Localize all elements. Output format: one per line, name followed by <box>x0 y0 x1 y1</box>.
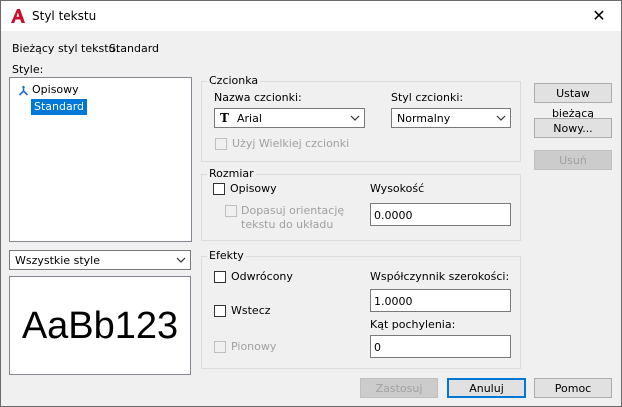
chevron-down-icon <box>350 115 360 121</box>
title-bar: Styl tekstu ✕ <box>1 1 621 31</box>
match-orientation-label-2: tekstu do układu <box>241 218 334 231</box>
font-style-label: Styl czcionki: <box>391 91 464 104</box>
font-name-value: Arial <box>237 112 262 125</box>
upside-down-label: Odwrócony <box>231 270 293 283</box>
use-big-font-checkbox[interactable] <box>215 138 227 150</box>
font-style-select[interactable]: Normalny <box>391 108 511 128</box>
annotative-checkbox[interactable] <box>213 183 225 195</box>
font-name-select[interactable]: T Arial <box>214 108 365 128</box>
close-icon: ✕ <box>592 6 606 25</box>
size-group-label: Rozmiar <box>207 167 256 180</box>
vertical-label: Pionowy <box>231 340 277 353</box>
delete-button[interactable]: Usuń <box>534 150 612 170</box>
backwards-label: Wstecz <box>231 304 271 317</box>
font-group-label: Czcionka <box>207 74 261 87</box>
vertical-checkbox[interactable] <box>214 341 226 353</box>
annotative-label: Opisowy <box>230 182 277 195</box>
oblique-angle-input[interactable]: 0 <box>370 335 511 358</box>
upside-down-checkbox[interactable] <box>214 271 226 283</box>
font-style-value: Normalny <box>397 112 451 125</box>
text-style-dialog: Styl tekstu ✕ Bieżący styl tekstu: Stand… <box>0 0 622 407</box>
preview-text: AaBb123 <box>21 305 179 347</box>
style-item-standard[interactable]: Standard <box>31 99 88 115</box>
match-orientation-checkbox[interactable] <box>225 205 237 217</box>
autocad-app-icon <box>11 9 25 23</box>
current-style-label: Bieżący styl tekstu: <box>12 42 120 55</box>
cancel-button[interactable]: Anuluj <box>447 378 526 398</box>
new-button[interactable]: Nowy... <box>534 118 612 138</box>
style-item-label: Standard <box>34 100 85 113</box>
oblique-angle-value: 0 <box>374 341 381 354</box>
styles-list[interactable]: Opisowy Standard <box>9 77 192 242</box>
chevron-down-icon <box>496 115 506 121</box>
styles-label: Style: <box>12 63 44 76</box>
height-label: Wysokość <box>370 182 425 195</box>
style-filter-value: Wszystkie style <box>15 254 101 267</box>
backwards-checkbox[interactable] <box>214 305 226 317</box>
style-filter-select[interactable]: Wszystkie style <box>9 250 191 270</box>
width-factor-value: 1.0000 <box>374 295 413 308</box>
help-button[interactable]: Pomoc <box>534 378 612 398</box>
use-big-font-label: Użyj Wielkiej czcionki <box>232 137 350 150</box>
style-item-label: Opisowy <box>32 83 79 96</box>
height-value: 0.0000 <box>374 209 413 222</box>
width-factor-input[interactable]: 1.0000 <box>370 289 511 312</box>
current-style-value: Standard <box>109 42 160 55</box>
truetype-font-icon: T <box>220 111 229 125</box>
set-current-button[interactable]: Ustaw bieżącą <box>534 83 612 120</box>
width-factor-label: Współczynnik szerokości: <box>370 270 510 283</box>
effects-group-label: Efekty <box>207 249 246 262</box>
chevron-down-icon <box>176 257 186 263</box>
annotative-icon <box>18 85 29 96</box>
font-name-label: Nazwa czcionki: <box>214 91 302 104</box>
height-input[interactable]: 0.0000 <box>370 203 511 226</box>
oblique-angle-label: Kąt pochylenia: <box>370 318 456 331</box>
style-preview: AaBb123 <box>9 276 191 375</box>
apply-button[interactable]: Zastosuj <box>360 378 438 398</box>
match-orientation-label-1: Dopasuj orientację <box>241 204 345 217</box>
close-button[interactable]: ✕ <box>577 1 621 31</box>
window-title: Styl tekstu <box>32 9 97 23</box>
